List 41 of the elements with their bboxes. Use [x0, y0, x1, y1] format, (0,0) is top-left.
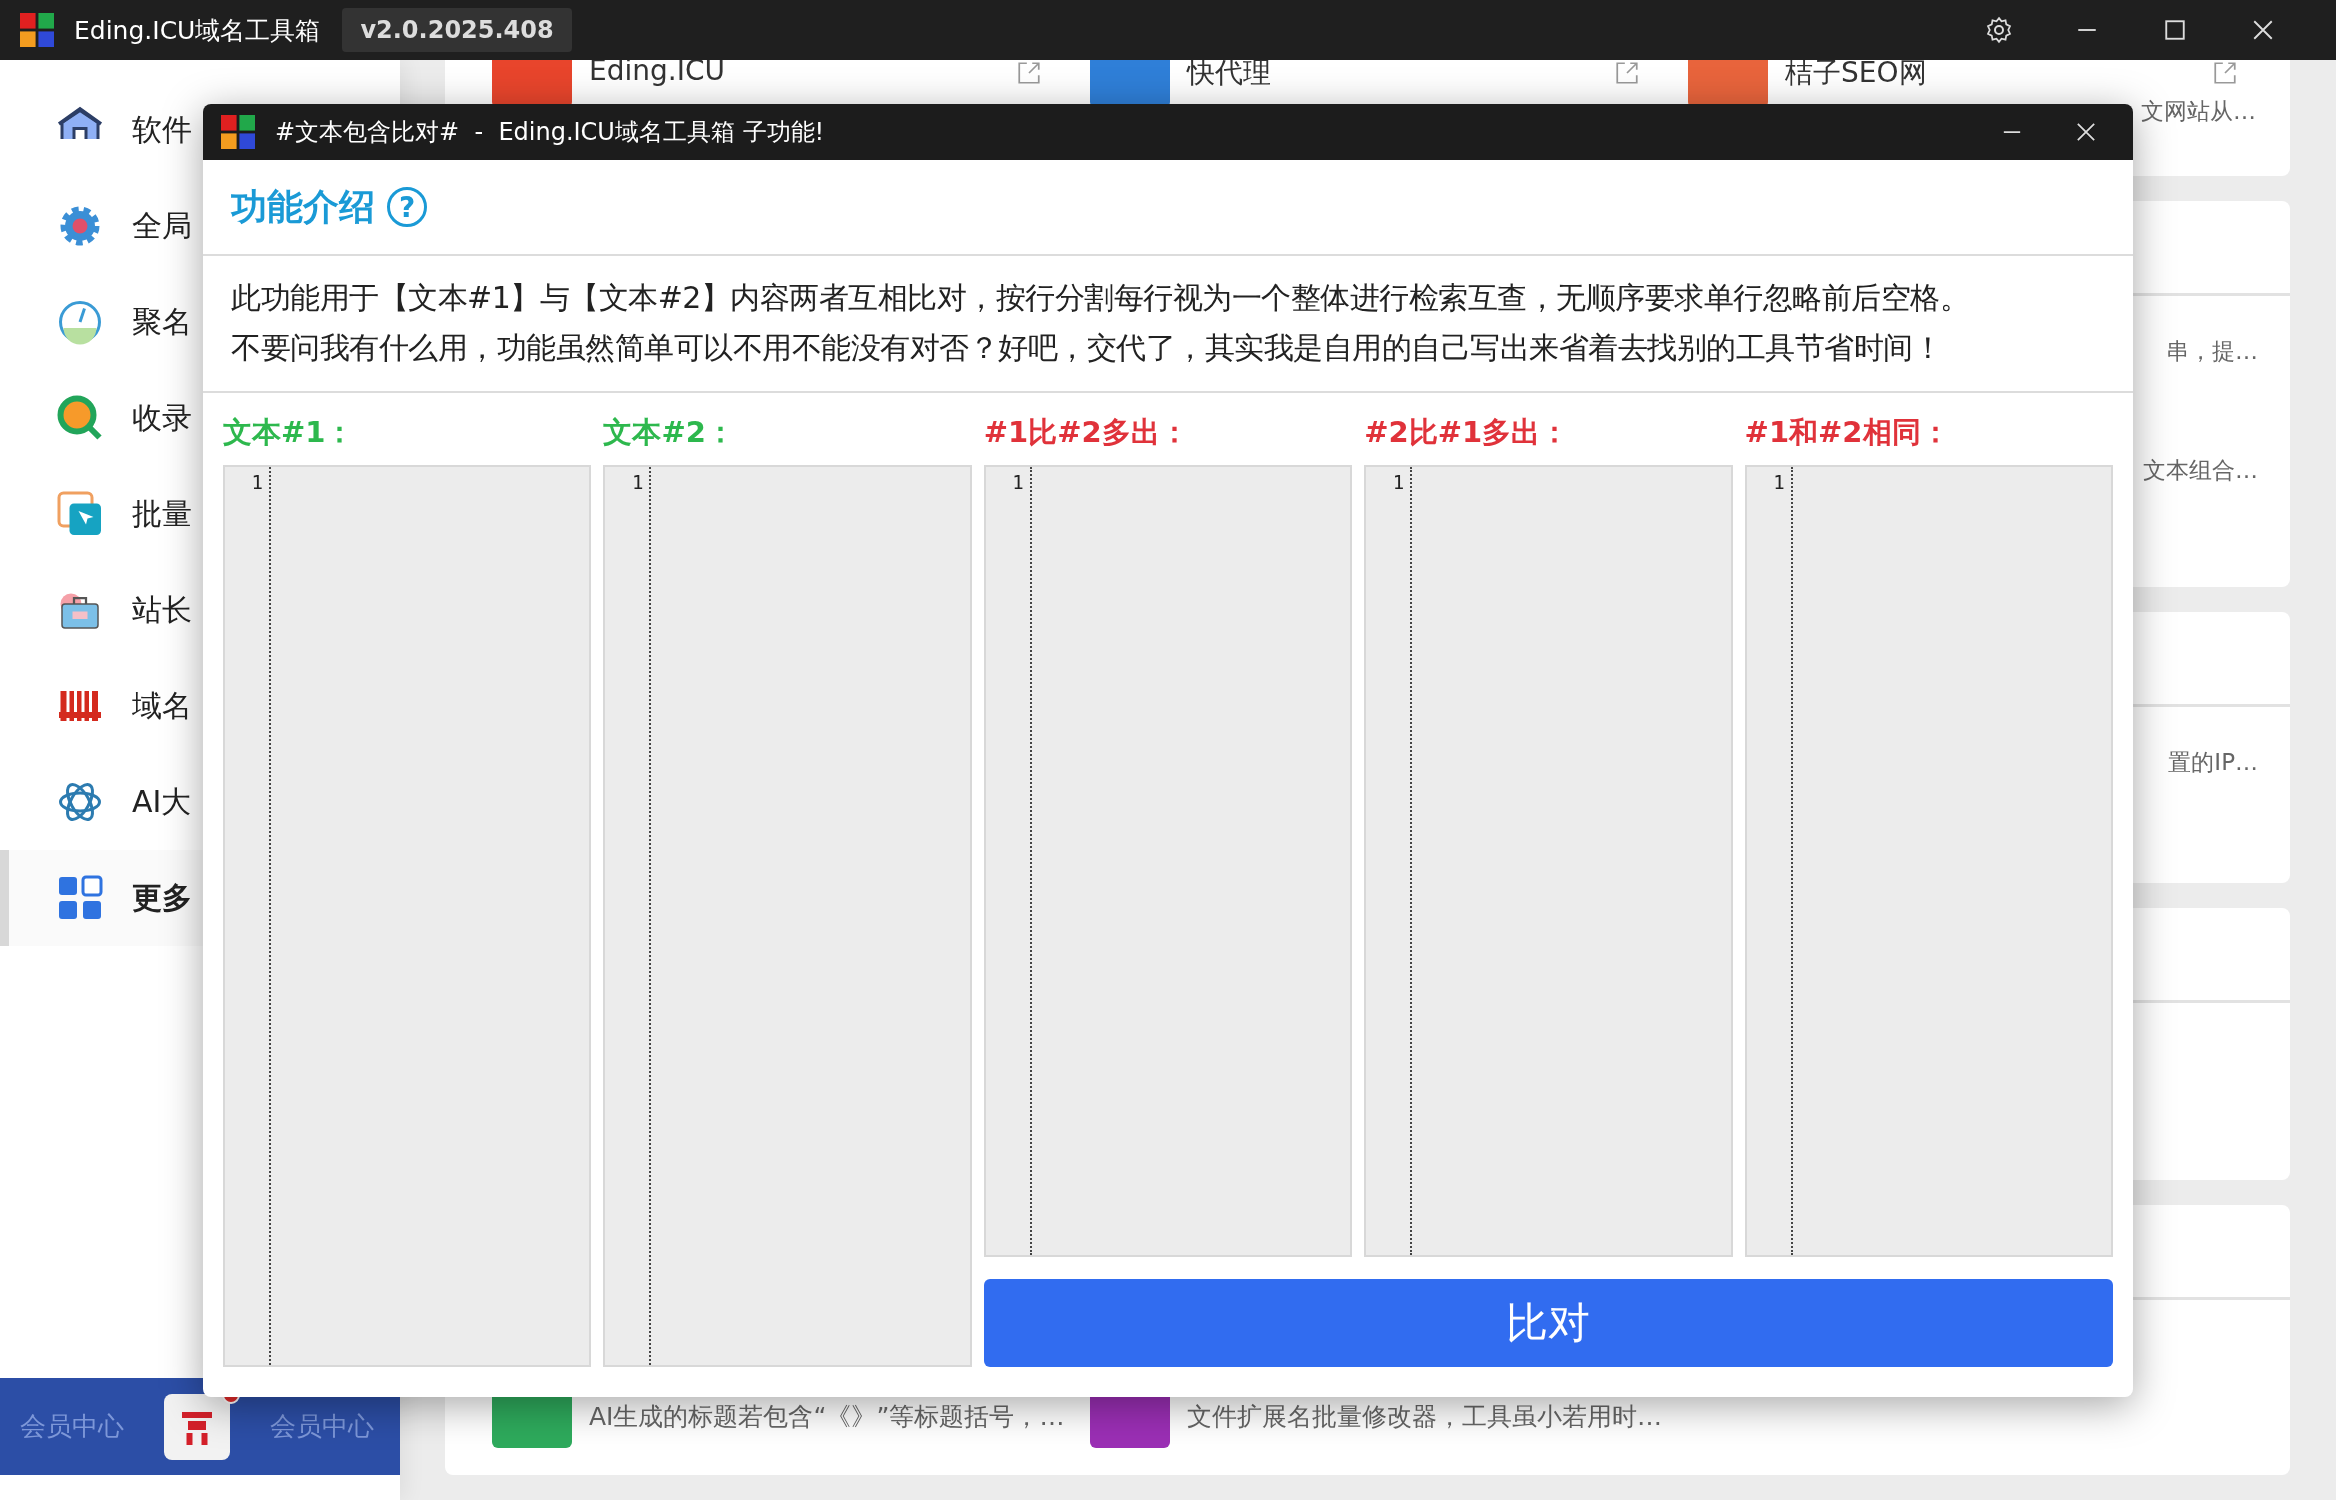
- grid-icon: [56, 874, 104, 922]
- line-number: 1: [1012, 471, 1024, 493]
- line-number: 1: [251, 471, 263, 493]
- external-link-icon[interactable]: [2212, 60, 2238, 86]
- gauge-icon: [56, 298, 104, 346]
- column-label: #2比#1多出：: [1364, 414, 1571, 451]
- cursor-icon: [56, 490, 104, 538]
- settings-icon[interactable]: [1984, 15, 2014, 45]
- dialog-title: #文本包含比对# - Eding.ICU域名工具箱 子功能!: [275, 117, 825, 148]
- magnifier-icon: [56, 394, 104, 442]
- text-area[interactable]: 1: [1364, 465, 1733, 1257]
- line-number: 1: [1392, 471, 1405, 493]
- tool-description: 串，提…: [2166, 336, 2258, 366]
- external-link-icon[interactable]: [1614, 60, 1640, 86]
- app-title: Eding.ICU域名工具箱: [74, 14, 321, 47]
- column-label: 文本#2：: [603, 414, 736, 451]
- description-text: 此功能用于【文本#1】与【文本#2】内容两者互相比对，按行分割每行视为一个整体进行检索互查，无顺序要求单行忽略前后空格。: [231, 279, 1971, 317]
- text-area[interactable]: 1: [983, 465, 1353, 1257]
- column-label: #1和#2相同：: [1744, 414, 1951, 451]
- section-heading: 功能介绍: [231, 184, 375, 229]
- app-logo-icon: [221, 115, 255, 149]
- tool-description: AI生成的标题若包含“《》”等标题括号，…: [589, 1400, 1066, 1433]
- app-logo-icon: [20, 13, 54, 47]
- text-area[interactable]: 1: [1744, 465, 2113, 1257]
- banner-pattern-text: 会员中心: [20, 1410, 124, 1443]
- tool-description: 文件扩展名批量修改器，工具虽小若用时…: [1187, 1400, 1663, 1433]
- line-number: 1: [631, 471, 644, 493]
- compare-button[interactable]: 比对: [983, 1279, 2113, 1367]
- banner-pattern-text: 会员中心: [270, 1410, 374, 1443]
- text-area[interactable]: 1: [223, 465, 592, 1367]
- external-link-icon[interactable]: [1016, 60, 1042, 86]
- tool-description: 文本组合…: [2143, 455, 2258, 485]
- description-text: 不要问我有什么用，功能虽然简单可以不用不能没有对否？好吧，交代了，其实我是自用的自己写出来省着去找别的工具节省时间！: [231, 329, 1943, 367]
- column-label: 文本#1：: [223, 414, 356, 451]
- version-badge: v2.0.2025.408: [342, 8, 572, 52]
- tool-description: 置的IP…: [2168, 747, 2258, 777]
- avatar-icon[interactable]: [164, 1393, 230, 1460]
- tool-description: 文网站从…: [2141, 97, 2256, 126]
- line-number: 1: [1773, 471, 1785, 493]
- text-area[interactable]: 1: [603, 465, 972, 1367]
- column-label: #1比#2多出：: [983, 414, 1190, 451]
